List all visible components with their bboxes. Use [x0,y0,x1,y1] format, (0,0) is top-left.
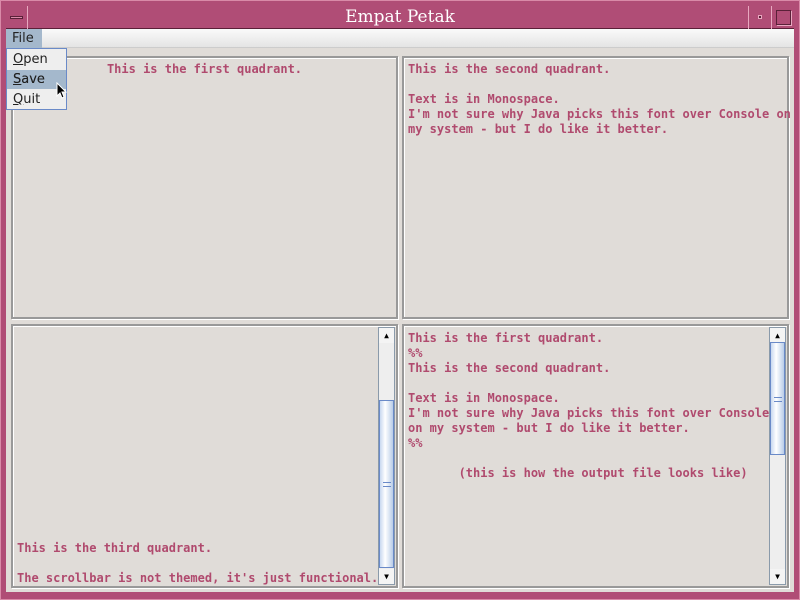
mouse-cursor-icon [56,82,68,99]
maximize-button[interactable] [771,6,794,29]
quadrant-first-text: This is the first quadrant. [106,62,303,76]
scroll-thumb[interactable] [379,400,394,568]
maximize-icon [776,10,791,25]
scroll-up-arrow-icon[interactable]: ▲ [379,328,394,343]
label: pen [23,52,48,67]
menu-file[interactable]: File [6,29,42,48]
quadrant-second-text: This is the second quadrant. Text is in … [408,62,791,136]
label: ave [21,72,45,87]
label: uit [23,92,41,107]
title-bar[interactable]: Empat Petak [6,6,794,29]
minimize-button[interactable] [748,6,771,29]
window-title: Empat Petak [345,7,455,27]
content-area: This is the first quadrant. This is the … [6,48,794,592]
scroll-down-arrow-icon[interactable]: ▼ [379,569,394,584]
mnemonic: Q [13,92,24,107]
grip-icon [774,396,782,402]
quadrant-fourth-text: This is the first quadrant. %% This is t… [408,331,770,480]
scroll-thumb[interactable] [770,342,785,455]
quadrant-third-text: This is the third quadrant. The scrollba… [17,541,379,585]
mnemonic: O [13,52,24,67]
quadrant-third-scrollbar[interactable]: ▲ ▼ [378,327,395,585]
menu-item-save-parts: Save [13,72,45,87]
scroll-down-arrow-icon[interactable]: ▼ [770,569,785,584]
quadrant-third[interactable]: This is the third quadrant. The scrollba… [11,324,398,588]
scroll-up-arrow-icon[interactable]: ▲ [770,328,785,343]
file-menu-popup: Open Save Save Quit [6,48,67,110]
grip-icon [383,482,391,487]
quadrant-fourth[interactable]: This is the first quadrant. %% This is t… [402,324,789,588]
minimize-icon [758,15,762,19]
quadrant-second: This is the second quadrant. Text is in … [402,56,791,319]
menu-item-open[interactable]: Open [7,50,66,69]
quadrant-first: This is the first quadrant. [11,56,398,319]
quadrant-fourth-scrollbar[interactable]: ▲ ▼ [769,327,786,585]
menu-bar: File [6,29,794,48]
